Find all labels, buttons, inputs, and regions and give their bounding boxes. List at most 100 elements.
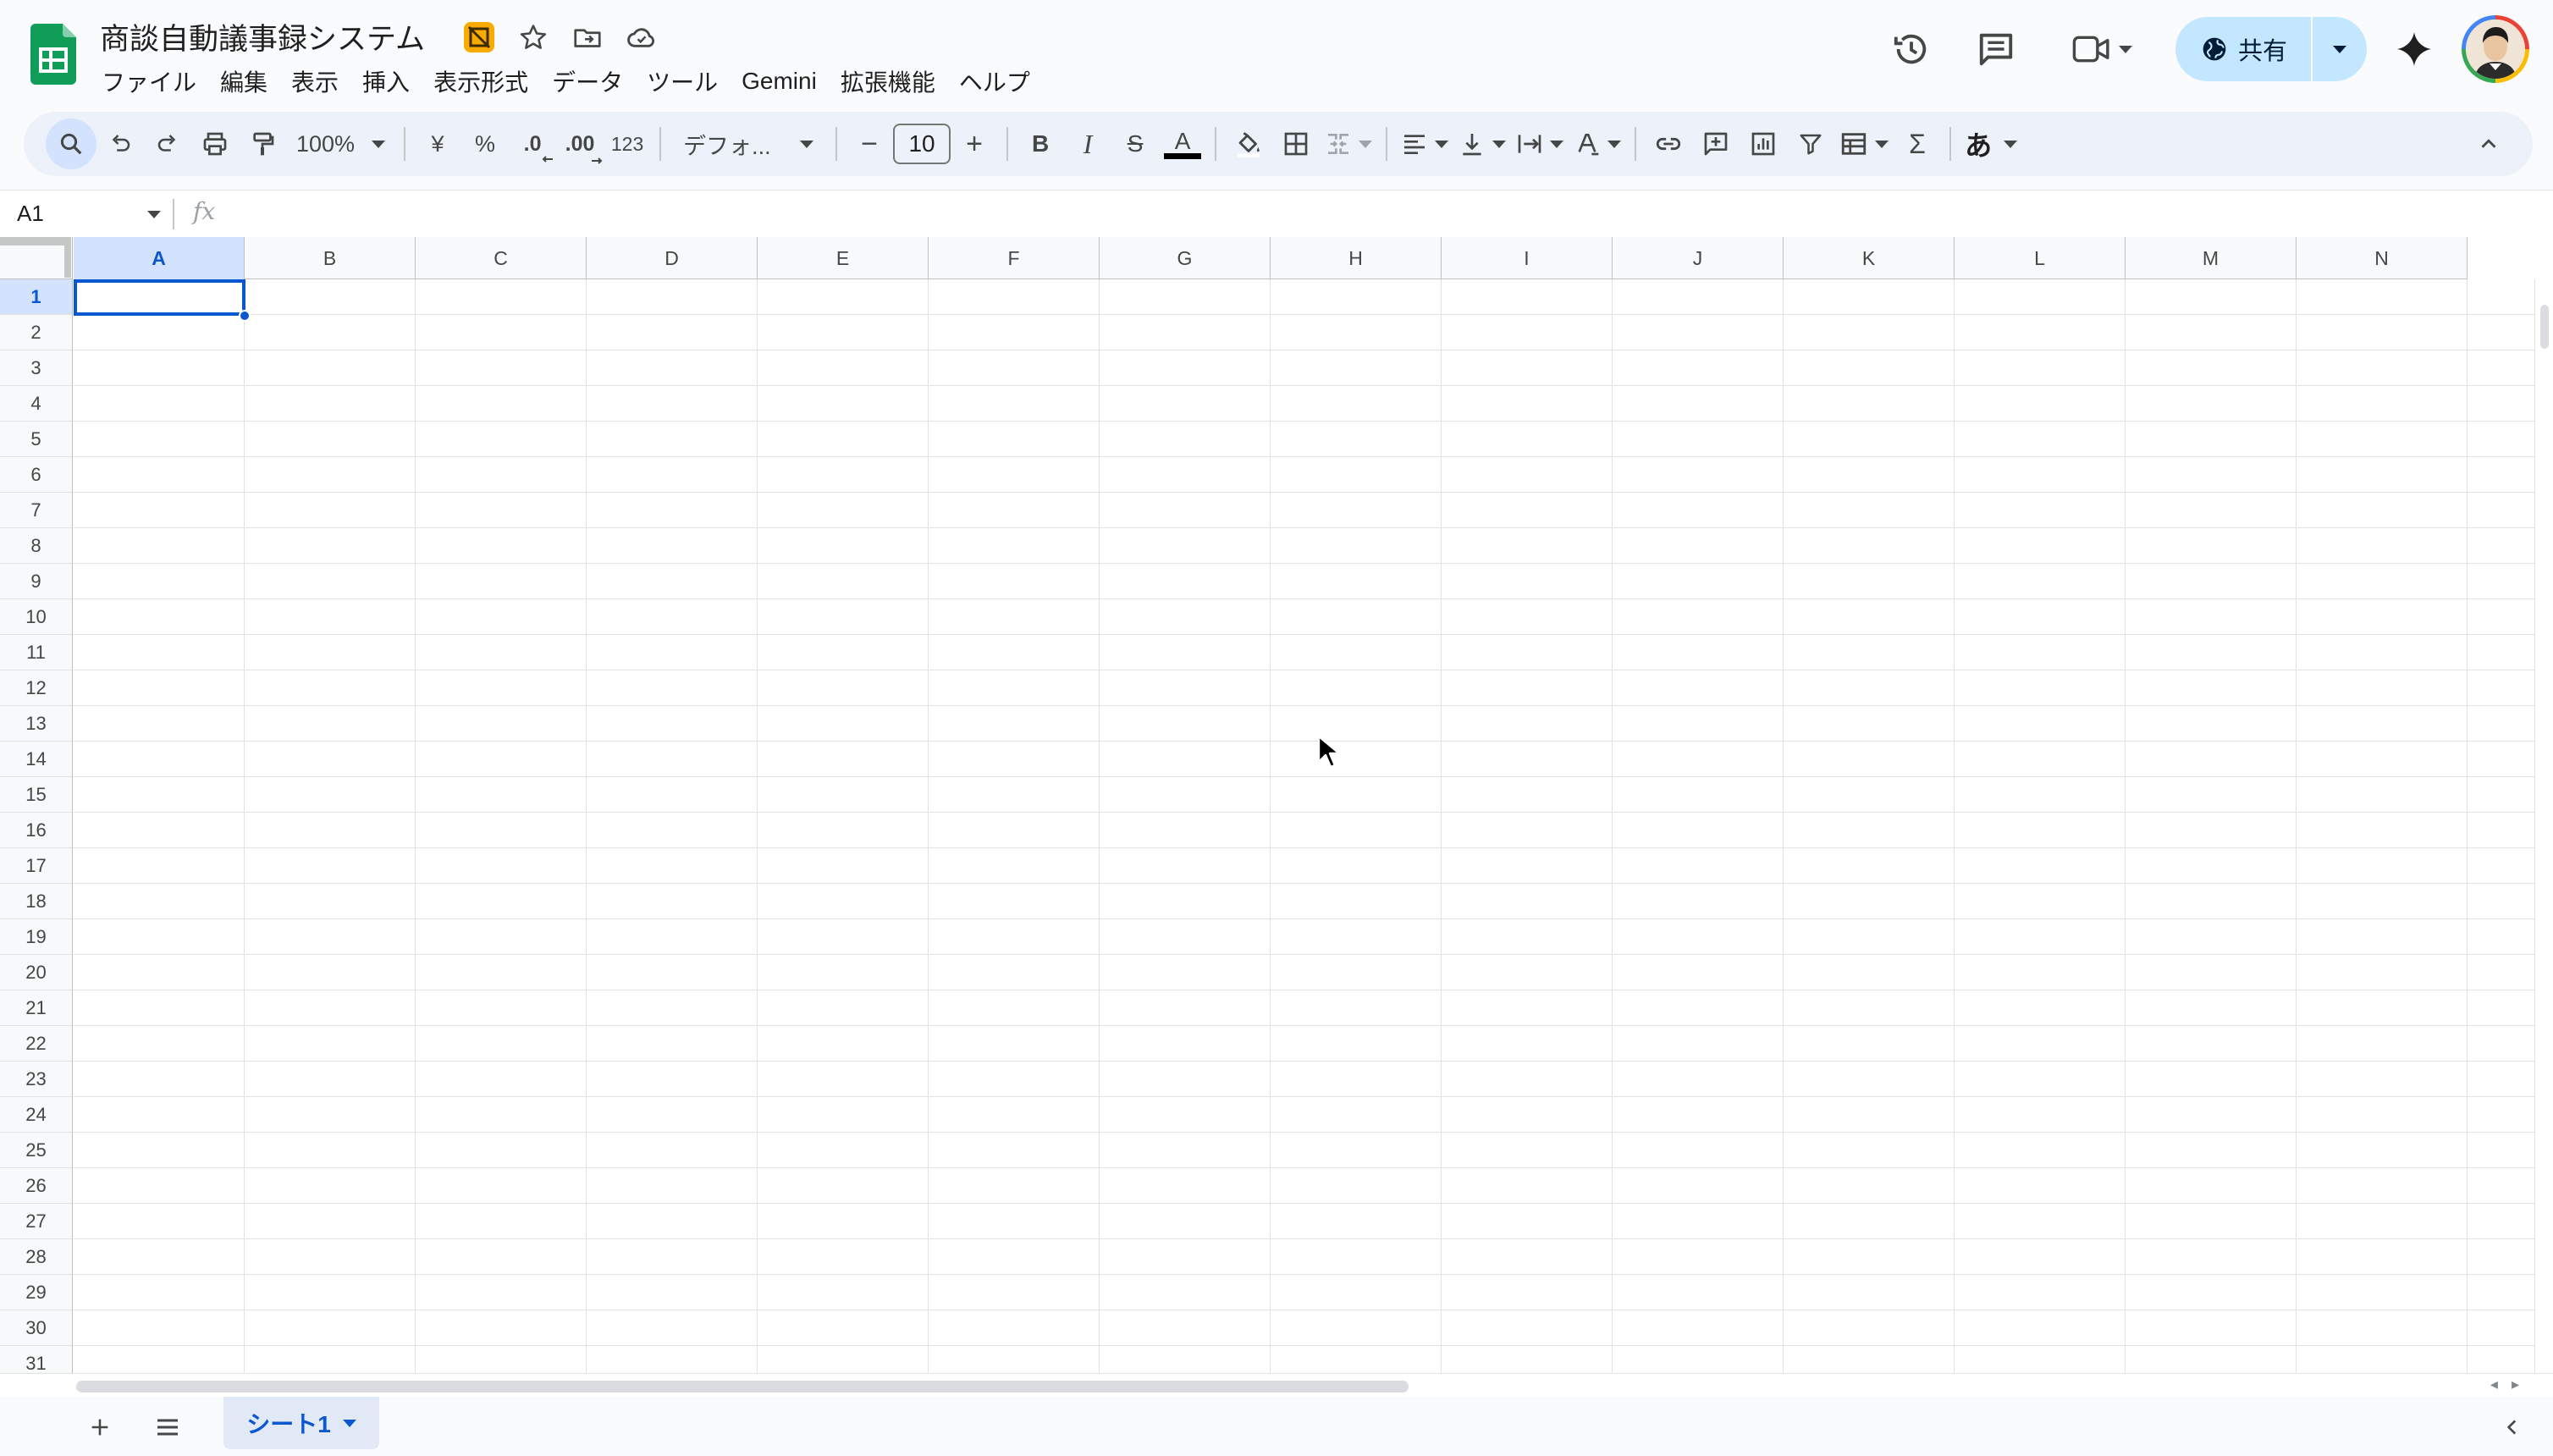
version-history-icon[interactable] bbox=[1883, 20, 1940, 78]
row-header[interactable]: 23 bbox=[0, 1062, 72, 1097]
row-header[interactable]: 4 bbox=[0, 386, 72, 422]
vertical-scrollbar[interactable] bbox=[2534, 279, 2553, 1373]
share-button[interactable]: 共有 bbox=[2175, 17, 2311, 81]
row-header[interactable]: 7 bbox=[0, 493, 72, 528]
column-header[interactable]: G bbox=[1100, 237, 1271, 279]
row-header[interactable]: 22 bbox=[0, 1026, 72, 1062]
row-header[interactable]: 31 bbox=[0, 1346, 72, 1374]
row-header[interactable]: 8 bbox=[0, 528, 72, 564]
account-avatar[interactable] bbox=[2462, 15, 2529, 83]
horizontal-scroll-thumb[interactable] bbox=[76, 1381, 1409, 1393]
row-header[interactable]: 11 bbox=[0, 635, 72, 670]
zoom-select[interactable]: 100% bbox=[286, 119, 395, 169]
scroll-left-icon[interactable]: ◂ bbox=[2490, 1376, 2498, 1393]
insert-chart-button[interactable] bbox=[1740, 119, 1787, 169]
name-box[interactable]: A1 bbox=[17, 201, 44, 227]
increase-decimal-button[interactable]: .00 bbox=[556, 119, 604, 169]
active-cell[interactable] bbox=[74, 279, 245, 316]
bold-button[interactable]: B bbox=[1017, 119, 1064, 169]
column-header[interactable]: J bbox=[1613, 237, 1784, 279]
column-header[interactable]: K bbox=[1784, 237, 1955, 279]
row-header[interactable]: 6 bbox=[0, 457, 72, 493]
freeze-column-handle[interactable] bbox=[64, 237, 71, 278]
sheets-logo-icon[interactable] bbox=[30, 24, 76, 85]
insert-comment-button[interactable] bbox=[1692, 119, 1740, 169]
font-size-input[interactable]: 10 bbox=[893, 124, 951, 164]
row-header[interactable]: 26 bbox=[0, 1168, 72, 1204]
menu-tools[interactable]: ツール bbox=[635, 61, 730, 102]
row-header[interactable]: 10 bbox=[0, 599, 72, 635]
horizontal-align-button[interactable] bbox=[1396, 119, 1453, 169]
move-folder-icon[interactable] bbox=[569, 19, 606, 56]
column-header[interactable]: D bbox=[587, 237, 758, 279]
column-header[interactable]: I bbox=[1442, 237, 1613, 279]
row-header[interactable]: 29 bbox=[0, 1275, 72, 1310]
scroll-right-icon[interactable]: ▸ bbox=[2512, 1376, 2519, 1393]
print-button[interactable] bbox=[191, 119, 239, 169]
cloud-saved-icon[interactable] bbox=[623, 19, 660, 56]
create-filter-button[interactable] bbox=[1787, 119, 1834, 169]
row-header[interactable]: 18 bbox=[0, 884, 72, 919]
fill-handle[interactable] bbox=[239, 310, 251, 322]
row-header[interactable]: 9 bbox=[0, 564, 72, 599]
share-dropdown-button[interactable] bbox=[2313, 17, 2367, 81]
name-box-dropdown-icon[interactable] bbox=[147, 211, 161, 218]
vertical-align-button[interactable] bbox=[1453, 119, 1511, 169]
format-currency-button[interactable]: ¥ bbox=[414, 119, 461, 169]
row-header[interactable]: 24 bbox=[0, 1097, 72, 1133]
italic-button[interactable]: I bbox=[1064, 119, 1111, 169]
borders-button[interactable] bbox=[1272, 119, 1320, 169]
column-header[interactable]: A bbox=[74, 237, 245, 279]
select-all-corner[interactable] bbox=[0, 237, 73, 279]
menu-file[interactable]: ファイル bbox=[90, 61, 208, 102]
column-header[interactable]: N bbox=[2297, 237, 2468, 279]
text-wrapping-button[interactable] bbox=[1511, 119, 1569, 169]
menu-gemini[interactable]: Gemini bbox=[730, 64, 829, 98]
text-rotation-button[interactable] bbox=[1569, 119, 1626, 169]
text-color-button[interactable]: A bbox=[1159, 119, 1206, 169]
column-header[interactable]: B bbox=[245, 237, 416, 279]
decrease-decimal-button[interactable]: .0 bbox=[509, 119, 556, 169]
increase-font-size-button[interactable]: + bbox=[951, 119, 998, 169]
font-select[interactable]: デフォ... bbox=[670, 119, 827, 169]
column-header[interactable]: M bbox=[2126, 237, 2297, 279]
menu-insert[interactable]: 挿入 bbox=[350, 61, 422, 102]
column-header[interactable]: L bbox=[1955, 237, 2126, 279]
row-header[interactable]: 25 bbox=[0, 1133, 72, 1168]
menu-help[interactable]: ヘルプ bbox=[947, 61, 1042, 102]
comments-icon[interactable] bbox=[1967, 20, 2025, 78]
row-header[interactable]: 16 bbox=[0, 813, 72, 848]
formula-input[interactable] bbox=[237, 196, 2523, 233]
menu-view[interactable]: 表示 bbox=[279, 61, 350, 102]
row-header[interactable]: 3 bbox=[0, 350, 72, 386]
add-sheet-button[interactable] bbox=[78, 1405, 122, 1449]
explore-panel-button[interactable] bbox=[2495, 1410, 2529, 1444]
freeze-row-handle[interactable] bbox=[0, 237, 71, 245]
row-header[interactable]: 13 bbox=[0, 706, 72, 742]
column-header[interactable]: E bbox=[758, 237, 929, 279]
row-header[interactable]: 27 bbox=[0, 1204, 72, 1239]
row-header[interactable]: 21 bbox=[0, 990, 72, 1026]
column-header[interactable]: F bbox=[929, 237, 1100, 279]
insert-link-button[interactable] bbox=[1645, 119, 1692, 169]
column-header[interactable]: H bbox=[1271, 237, 1442, 279]
row-header[interactable]: 1 bbox=[0, 279, 72, 315]
more-formats-button[interactable]: 123 bbox=[604, 119, 651, 169]
gemini-icon[interactable] bbox=[2385, 20, 2443, 78]
row-header[interactable]: 17 bbox=[0, 848, 72, 884]
all-sheets-button[interactable] bbox=[146, 1405, 190, 1449]
paint-format-button[interactable] bbox=[239, 119, 286, 169]
fill-color-button[interactable] bbox=[1225, 119, 1272, 169]
row-header[interactable]: 15 bbox=[0, 777, 72, 813]
menu-edit[interactable]: 編集 bbox=[208, 61, 279, 102]
row-header[interactable]: 2 bbox=[0, 315, 72, 350]
sheet-tab-active[interactable]: シート1 bbox=[223, 1397, 379, 1449]
row-header[interactable]: 30 bbox=[0, 1310, 72, 1346]
menu-extensions[interactable]: 拡張機能 bbox=[829, 61, 947, 102]
apps-script-icon[interactable] bbox=[460, 19, 498, 56]
cell-area[interactable] bbox=[74, 279, 2553, 1373]
strikethrough-button[interactable]: S bbox=[1111, 119, 1159, 169]
search-menus-button[interactable] bbox=[46, 119, 96, 169]
horizontal-scrollbar[interactable]: ◂ ▸ bbox=[0, 1373, 2553, 1397]
input-tools-button[interactable]: あ bbox=[1960, 119, 2022, 169]
